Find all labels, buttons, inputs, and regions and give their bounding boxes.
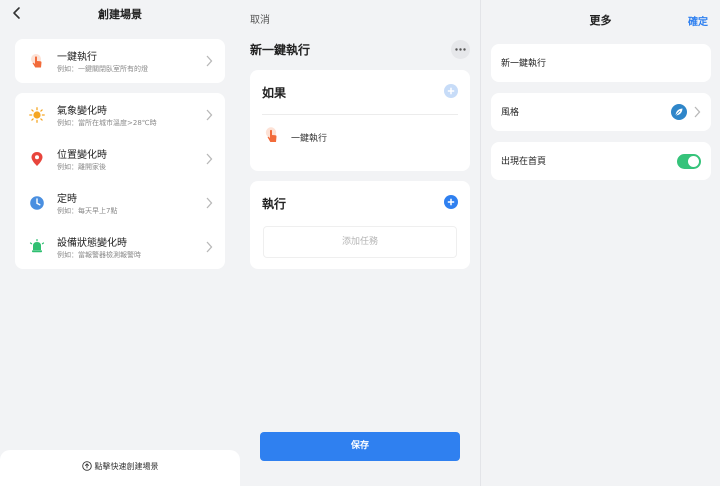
sun-icon: [29, 107, 45, 123]
tap-hand-icon: [31, 54, 42, 68]
condition-item-weather[interactable]: 氣象變化時 例如：當所在城市溫度>28℃時: [15, 93, 225, 137]
style-row[interactable]: 風格: [491, 93, 711, 131]
more-options-button[interactable]: [451, 40, 470, 59]
item-subtitle: 例如：一鍵關閉臥室所有的燈: [57, 65, 148, 73]
if-section-title: 如果: [262, 86, 287, 100]
style-label: 風格: [501, 108, 520, 118]
edit-scene-panel: 取消 新一鍵執行 如果 一鍵執行 執行 添加任務 保存: [240, 0, 480, 486]
scene-name-value: 新一鍵執行: [501, 59, 547, 69]
arrow-up-circle-icon: [81, 461, 92, 471]
exec-section-card: 執行 添加任務: [250, 181, 470, 269]
cancel-button[interactable]: 取消: [250, 11, 270, 26]
chevron-right-icon: [206, 109, 213, 121]
confirm-button[interactable]: 確定: [688, 13, 708, 28]
item-subtitle: 例如：當報警器檢測報警時: [57, 251, 141, 259]
more-panel: 更多 確定 新一鍵執行 風格 出現在首頁: [480, 0, 720, 486]
quick-create-button[interactable]: 點擊快速創建場景: [0, 450, 240, 486]
page-title: 更多: [589, 14, 612, 27]
location-pin-icon: [31, 152, 43, 166]
item-title: 位置變化時: [57, 150, 107, 161]
if-section-card: 如果 一鍵執行: [250, 70, 470, 171]
tap-hand-icon: [265, 127, 277, 142]
toggle-knob: [688, 156, 699, 167]
chevron-right-icon: [206, 241, 213, 253]
condition-list-card: 氣象變化時 例如：當所在城市溫度>28℃時 位置變化時 例如：離開家後 定時 例…: [15, 93, 225, 269]
quick-create-label: 點擊快速創建場景: [94, 462, 159, 471]
chevron-right-icon: [694, 106, 701, 118]
save-button[interactable]: 保存: [260, 432, 460, 461]
chevron-right-icon: [206, 197, 213, 209]
show-on-home-label: 出現在首頁: [501, 157, 547, 167]
condition-item-location[interactable]: 位置變化時 例如：離開家後: [15, 137, 225, 181]
condition-item-one-key[interactable]: 一鍵執行 例如：一鍵關閉臥室所有的燈: [15, 39, 225, 83]
divider: [262, 114, 458, 115]
item-title: 定時: [57, 194, 77, 205]
show-on-home-toggle[interactable]: [677, 154, 701, 169]
add-task-button[interactable]: 添加任務: [263, 226, 457, 258]
scene-name-title[interactable]: 新一鍵執行: [250, 41, 310, 58]
add-condition-icon[interactable]: [444, 84, 458, 98]
condition-item-timer[interactable]: 定時 例如：每天早上7點: [15, 181, 225, 225]
chevron-right-icon: [206, 55, 213, 67]
item-title: 一鍵執行: [57, 52, 97, 63]
ellipsis-icon: [455, 48, 466, 51]
quick-create-content: 點擊快速創建場景: [0, 461, 240, 472]
show-on-home-row: 出現在首頁: [491, 142, 711, 180]
condition-item-device[interactable]: 設備狀態變化時 例如：當報警器檢測報警時: [15, 225, 225, 269]
page-title: 創建場景: [98, 8, 142, 21]
scene-name-field[interactable]: 新一鍵執行: [491, 44, 711, 82]
device-icon: [29, 239, 45, 253]
clock-icon: [30, 196, 44, 210]
item-title: 氣象變化時: [57, 106, 107, 117]
header: 創建場景: [0, 0, 240, 30]
item-title: 設備狀態變化時: [57, 238, 127, 249]
item-subtitle: 例如：離開家後: [57, 163, 106, 171]
condition-one-key-label[interactable]: 一鍵執行: [291, 131, 327, 144]
chevron-right-icon: [206, 153, 213, 165]
create-scene-panel: 創建場景 一鍵執行 例如：一鍵關閉臥室所有的燈 氣象變化時 例如：當所在城市溫度…: [0, 0, 240, 486]
exec-section-title: 執行: [262, 197, 287, 211]
add-action-icon[interactable]: [444, 195, 458, 209]
style-leaf-icon: [671, 104, 687, 120]
one-key-card: 一鍵執行 例如：一鍵關閉臥室所有的燈: [15, 39, 225, 83]
item-subtitle: 例如：每天早上7點: [57, 207, 118, 215]
item-subtitle: 例如：當所在城市溫度>28℃時: [57, 119, 157, 127]
